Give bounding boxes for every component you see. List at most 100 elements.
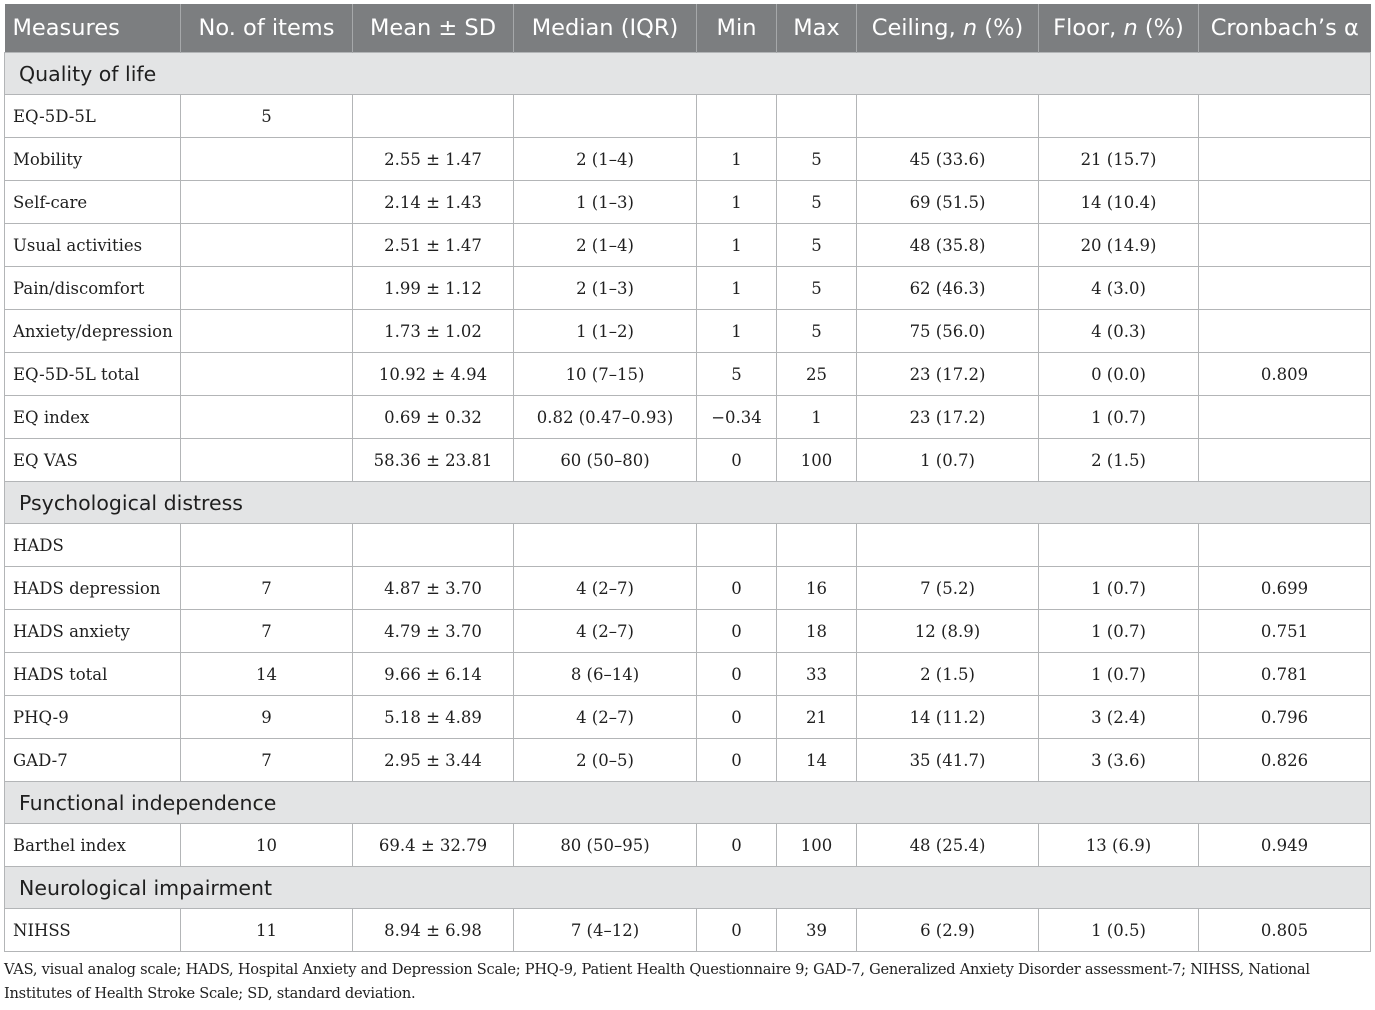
cell-median-iqr: 80 (50–95) bbox=[513, 823, 697, 867]
cell-mean-sd: 8.94 ± 6.98 bbox=[352, 908, 514, 952]
cell-ceiling: 45 (33.6) bbox=[856, 137, 1039, 181]
cell-max: 100 bbox=[776, 823, 857, 867]
section-row: Functional independence bbox=[4, 781, 1371, 824]
cell-median-iqr bbox=[513, 523, 697, 567]
cell-min: 0 bbox=[696, 438, 777, 482]
cell-max: 16 bbox=[776, 566, 857, 610]
table-row: PHQ-9 9 5.18 ± 4.89 4 (2–7) 0 21 14 (11.2) 3 (2… bbox=[4, 695, 1371, 739]
header-no-of-items: No. of items bbox=[180, 4, 353, 53]
cell-mean-sd: 2.14 ± 1.43 bbox=[352, 180, 514, 224]
cell-floor: 21 (15.7) bbox=[1038, 137, 1199, 181]
cell-max: 14 bbox=[776, 738, 857, 782]
header-median-iqr: Median (IQR) bbox=[513, 4, 697, 53]
table-row: EQ index 0.69 ± 0.32 0.82 (0.47–0.93) −0.34… bbox=[4, 395, 1371, 439]
cell-floor: 1 (0.7) bbox=[1038, 395, 1199, 439]
cell-cronbach-alpha: 0.781 bbox=[1198, 652, 1371, 696]
cell-max bbox=[776, 523, 857, 567]
table-container: Measures No. of items Mean ± SD Median (… bbox=[4, 4, 1371, 952]
section-row: Neurological impairment bbox=[4, 866, 1371, 909]
cell-mean-sd bbox=[352, 523, 514, 567]
cell-max: 5 bbox=[776, 137, 857, 181]
cell-cronbach-alpha: 0.751 bbox=[1198, 609, 1371, 653]
cell-mean-sd: 2.55 ± 1.47 bbox=[352, 137, 514, 181]
cell-median-iqr: 1 (1–2) bbox=[513, 309, 697, 353]
cell-items bbox=[180, 180, 353, 224]
cell-items: 7 bbox=[180, 566, 353, 610]
section-title: Quality of life bbox=[4, 52, 1371, 95]
cell-min: 0 bbox=[696, 609, 777, 653]
table-row: Anxiety/depression 1.73 ± 1.02 1 (1–2) 1 5 75… bbox=[4, 309, 1371, 353]
cell-mean-sd: 10.92 ± 4.94 bbox=[352, 352, 514, 396]
cell-cronbach-alpha: 0.826 bbox=[1198, 738, 1371, 782]
cell-floor: 13 (6.9) bbox=[1038, 823, 1199, 867]
cell-floor: 4 (0.3) bbox=[1038, 309, 1199, 353]
cell-mean-sd: 4.87 ± 3.70 bbox=[352, 566, 514, 610]
cell-measure: Self-care bbox=[4, 180, 181, 224]
cell-max: 5 bbox=[776, 180, 857, 224]
cell-mean-sd bbox=[352, 94, 514, 138]
cell-min bbox=[696, 94, 777, 138]
cell-min bbox=[696, 523, 777, 567]
cell-ceiling: 48 (35.8) bbox=[856, 223, 1039, 267]
cell-min: 1 bbox=[696, 223, 777, 267]
cell-cronbach-alpha bbox=[1198, 523, 1371, 567]
cell-median-iqr: 0.82 (0.47–0.93) bbox=[513, 395, 697, 439]
cell-items bbox=[180, 309, 353, 353]
cell-floor: 0 (0.0) bbox=[1038, 352, 1199, 396]
cell-floor: 1 (0.5) bbox=[1038, 908, 1199, 952]
cell-median-iqr: 8 (6–14) bbox=[513, 652, 697, 696]
table-row: HADS bbox=[4, 523, 1371, 567]
cell-max: 5 bbox=[776, 223, 857, 267]
cell-floor bbox=[1038, 523, 1199, 567]
table-row: Usual activities 2.51 ± 1.47 2 (1–4) 1 5 48 (… bbox=[4, 223, 1371, 267]
cell-ceiling: 62 (46.3) bbox=[856, 266, 1039, 310]
header-cronbach-alpha: Cronbach’s α bbox=[1198, 4, 1371, 53]
cell-cronbach-alpha bbox=[1198, 266, 1371, 310]
cell-cronbach-alpha bbox=[1198, 438, 1371, 482]
table-footnote: VAS, visual analog scale; HADS, Hospital… bbox=[4, 961, 1310, 1002]
cell-max: 21 bbox=[776, 695, 857, 739]
cell-floor: 3 (2.4) bbox=[1038, 695, 1199, 739]
cell-ceiling: 12 (8.9) bbox=[856, 609, 1039, 653]
cell-floor: 1 (0.7) bbox=[1038, 652, 1199, 696]
cell-min: 1 bbox=[696, 180, 777, 224]
cell-measure: HADS depression bbox=[4, 566, 181, 610]
cell-measure: GAD-7 bbox=[4, 738, 181, 782]
cell-floor: 3 (3.6) bbox=[1038, 738, 1199, 782]
table-row: HADS total 14 9.66 ± 6.14 8 (6–14) 0 33 2 (1.5… bbox=[4, 652, 1371, 696]
cell-mean-sd: 4.79 ± 3.70 bbox=[352, 609, 514, 653]
cell-floor: 14 (10.4) bbox=[1038, 180, 1199, 224]
cell-ceiling: 2 (1.5) bbox=[856, 652, 1039, 696]
cell-max: 39 bbox=[776, 908, 857, 952]
section-row: Quality of life bbox=[4, 52, 1371, 95]
cell-ceiling: 23 (17.2) bbox=[856, 395, 1039, 439]
cell-cronbach-alpha: 0.805 bbox=[1198, 908, 1371, 952]
header-measures: Measures bbox=[4, 4, 181, 53]
cell-items bbox=[180, 266, 353, 310]
table-row: EQ-5D-5L 5 bbox=[4, 94, 1371, 138]
cell-ceiling: 35 (41.7) bbox=[856, 738, 1039, 782]
cell-mean-sd: 2.95 ± 3.44 bbox=[352, 738, 514, 782]
header-mean-sd: Mean ± SD bbox=[352, 4, 514, 53]
cell-floor: 4 (3.0) bbox=[1038, 266, 1199, 310]
cell-min: 0 bbox=[696, 823, 777, 867]
header-min: Min bbox=[696, 4, 777, 53]
section-title: Neurological impairment bbox=[4, 866, 1371, 909]
section-title: Psychological distress bbox=[4, 481, 1371, 524]
cell-cronbach-alpha bbox=[1198, 309, 1371, 353]
section-row: Psychological distress bbox=[4, 481, 1371, 524]
cell-floor: 20 (14.9) bbox=[1038, 223, 1199, 267]
table-row: Mobility 2.55 ± 1.47 2 (1–4) 1 5 45 (33.6) 21 … bbox=[4, 137, 1371, 181]
cell-items bbox=[180, 395, 353, 439]
header-row: Measures No. of items Mean ± SD Median (… bbox=[4, 4, 1371, 53]
cell-measure: Anxiety/depression bbox=[4, 309, 181, 353]
table-row: HADS depression 7 4.87 ± 3.70 4 (2–7) 0 16 7 (… bbox=[4, 566, 1371, 610]
cell-max: 18 bbox=[776, 609, 857, 653]
header-floor: Floor, n (%) bbox=[1038, 4, 1199, 53]
cell-min: 1 bbox=[696, 309, 777, 353]
cell-measure: EQ VAS bbox=[4, 438, 181, 482]
table-row: EQ-5D-5L total 10.92 ± 4.94 10 (7–15) 5 25 23… bbox=[4, 352, 1371, 396]
cell-median-iqr: 4 (2–7) bbox=[513, 609, 697, 653]
cell-mean-sd: 1.73 ± 1.02 bbox=[352, 309, 514, 353]
cell-ceiling: 48 (25.4) bbox=[856, 823, 1039, 867]
